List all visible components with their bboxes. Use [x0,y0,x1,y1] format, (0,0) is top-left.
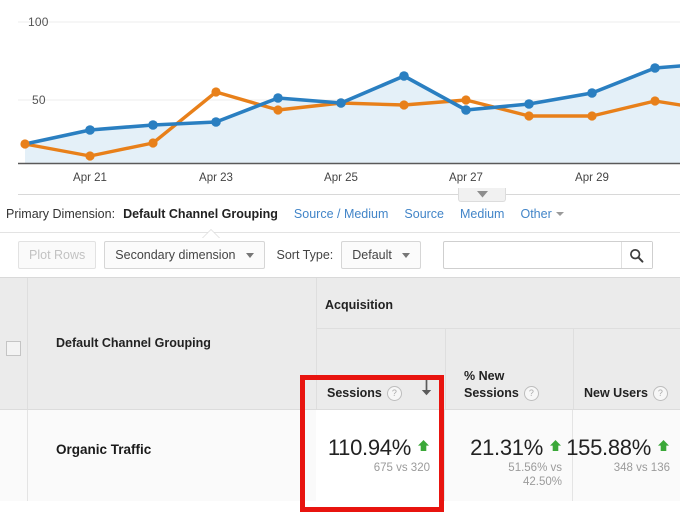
search-icon [629,248,644,263]
row-select-cell [0,410,28,501]
sort-type-label: Sort Type: [277,248,334,262]
cell-new-sessions: 21.31% 51.56% vs 42.50% [444,410,572,501]
metric-headers-row: Sessions? % New Sessions? New Users? [317,328,680,410]
primary-dimension-other-label: Other [520,207,551,221]
sort-type-dropdown[interactable]: Default [341,241,421,269]
sessions-percent-wrap: 110.94% [328,432,430,461]
table-search [443,241,653,269]
primary-dimension-active[interactable]: Default Channel Grouping [123,207,278,221]
primary-dimension-label: Primary Dimension: [6,207,115,221]
table-header: Default Channel Grouping Acquisition Ses… [0,278,680,409]
row-dimension-value[interactable]: Organic Traffic [56,442,151,457]
search-button[interactable] [621,242,652,268]
sessions-trend-chart: 100 50 Apr 21 Apr 23 Apr 25 Apr 27 Apr 2… [0,0,680,196]
new-sessions-header-label: % New Sessions [464,369,519,400]
help-icon[interactable]: ? [387,386,402,401]
new-sessions-percent: 21.31% [470,435,543,460]
chart-collapse-handle[interactable] [458,188,506,202]
new-sessions-header-inner: % New Sessions? [464,368,565,402]
sort-descending-icon[interactable] [420,379,433,401]
x-tick-1: Apr 23 [199,172,233,184]
plot-rows-button[interactable]: Plot Rows [18,241,96,269]
column-header-sessions[interactable]: Sessions? [317,329,445,410]
arrow-down-icon [420,379,433,396]
table-toolbar: Plot Rows Secondary dimension Sort Type:… [0,233,680,277]
column-header-new-users[interactable]: New Users? [573,329,680,410]
chevron-down-icon [246,253,254,258]
chevron-down-icon [556,212,564,216]
x-axis-ticks: Apr 21 Apr 23 Apr 25 Apr 27 Apr 29 [0,172,680,192]
column-header-new-sessions[interactable]: % New Sessions? [445,329,573,410]
new-users-comparison: 348 vs 136 [614,461,670,475]
active-tab-pointer [203,230,219,238]
plot-rows-label: Plot Rows [29,248,85,262]
dimension-column-header[interactable]: Default Channel Grouping [27,278,316,409]
primary-dimension-source-medium[interactable]: Source / Medium [294,207,388,221]
new-users-header-label: New Users [584,386,648,400]
chart-canvas [0,0,680,196]
help-icon[interactable]: ? [653,386,668,401]
chevron-down-icon [477,191,488,198]
report-table: Default Channel Grouping Acquisition Ses… [0,277,680,500]
acquisition-group-label: Acquisition [325,298,393,312]
new-sessions-percent-wrap: 21.31% [470,432,562,461]
sessions-comparison: 675 vs 320 [374,461,430,475]
y-axis-label-100: 100 [28,15,49,29]
new-users-percent-wrap: 155.88% [566,432,670,461]
arrow-up-icon [549,432,562,458]
primary-dimension-other-dropdown[interactable]: Other [520,207,563,221]
primary-dimension-bar: Primary Dimension: Default Channel Group… [0,196,680,233]
new-sessions-comparison: 51.56% vs 42.50% [508,461,562,489]
arrow-up-icon [417,432,430,458]
y-axis-label-50: 50 [32,93,46,107]
table-row: Organic Traffic 110.94% 675 vs 320 21.31… [0,409,680,501]
help-icon[interactable]: ? [524,386,539,401]
dimension-header-label: Default Channel Grouping [56,336,211,350]
chart-bottom-divider [18,194,680,195]
select-all-checkbox[interactable] [6,341,21,356]
new-users-header-inner: New Users? [584,385,673,402]
sessions-header-label: Sessions [327,386,382,400]
new-users-percent: 155.88% [566,435,651,460]
sort-type-value: Default [352,248,392,262]
x-tick-0: Apr 21 [73,172,107,184]
x-tick-2: Apr 25 [324,172,358,184]
primary-dimension-medium[interactable]: Medium [460,207,504,221]
chevron-down-icon [402,253,410,258]
select-all-column [0,278,28,409]
acquisition-group-header: Acquisition Sessions? % New Sessions? [316,278,680,409]
secondary-dimension-dropdown[interactable]: Secondary dimension [104,241,264,269]
sessions-percent: 110.94% [328,435,411,460]
search-input[interactable] [444,243,621,267]
cell-sessions: 110.94% 675 vs 320 [316,410,444,501]
secondary-dimension-label: Secondary dimension [115,248,235,262]
primary-dimension-source[interactable]: Source [404,207,444,221]
arrow-up-icon [657,432,670,458]
x-tick-3: Apr 27 [449,172,483,184]
cell-new-users: 155.88% 348 vs 136 [572,410,680,501]
x-tick-4: Apr 29 [575,172,609,184]
